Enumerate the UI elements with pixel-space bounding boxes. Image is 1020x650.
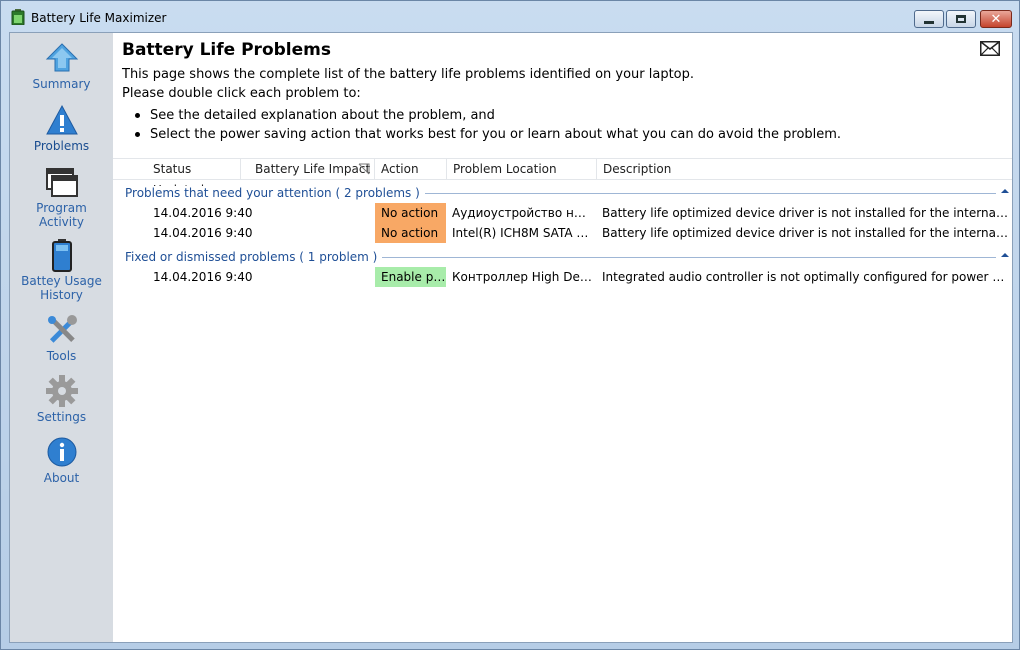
cell-date: 14.04.2016 9:40 (153, 270, 253, 284)
cell-action: No action (375, 223, 446, 243)
bullet-list: See the detailed explanation about the p… (135, 106, 841, 144)
intro-line: Please double click each problem to: (122, 86, 361, 101)
cell-location: Контроллер High Definition Audio (452, 270, 592, 284)
window-title: Battery Life Maximizer (31, 11, 167, 25)
column-status-updated[interactable]: Status Updated (147, 159, 241, 197)
sidebar: Summary Problems Program Activity Battey… (10, 33, 113, 642)
intro-line: This page shows the complete list of the… (122, 67, 695, 82)
title-bar[interactable]: Battery Life Maximizer ✕ (1, 1, 1019, 31)
table-row[interactable]: 14.04.2016 9:40 No action Аудиоустройств… (113, 203, 1012, 223)
sidebar-item-label: Program Activity (36, 201, 87, 229)
sidebar-item-settings[interactable]: Settings (10, 374, 113, 424)
battery-app-icon (11, 9, 25, 25)
maximize-button[interactable] (946, 10, 976, 28)
table-row[interactable]: 14.04.2016 9:40 Enable power saving Конт… (113, 267, 1012, 287)
chevron-up-icon[interactable] (1000, 250, 1010, 260)
column-action[interactable]: Action (375, 159, 447, 180)
tools-icon (45, 313, 79, 347)
cell-date: 14.04.2016 9:40 (153, 226, 253, 240)
client-area: Summary Problems Program Activity Battey… (9, 32, 1013, 643)
maximize-icon (956, 15, 966, 23)
group-header-attention[interactable]: Problems that need your attention ( 2 pr… (125, 183, 1010, 203)
cell-date: 14.04.2016 9:40 (153, 206, 253, 220)
sort-descending-icon (358, 163, 370, 175)
gear-icon (45, 374, 79, 408)
page-title: Battery Life Problems (122, 40, 331, 60)
sidebar-item-summary[interactable]: Summary (10, 41, 113, 91)
close-button[interactable]: ✕ (980, 10, 1012, 28)
sidebar-item-battery-usage-history[interactable]: Battey Usage History (10, 238, 113, 302)
cell-action: Enable power saving (375, 267, 446, 287)
cell-description: Integrated audio controller is not optim… (602, 270, 1008, 284)
column-battery-life-impact[interactable]: Battery Life Impact (249, 159, 375, 180)
sidebar-item-label: Battey Usage History (21, 274, 102, 302)
close-icon: ✕ (990, 11, 1002, 27)
mail-icon[interactable] (980, 41, 1000, 56)
intro-text: This page shows the complete list of the… (122, 65, 694, 103)
sidebar-item-tools[interactable]: Tools (10, 313, 113, 363)
table-header: Status Updated Battery Life Impact Actio… (113, 158, 1012, 197)
sidebar-item-label: Settings (36, 410, 87, 424)
cell-description: Battery life optimized device driver is … (602, 226, 1008, 240)
sidebar-item-program-activity[interactable]: Program Activity (10, 165, 113, 229)
sidebar-item-about[interactable]: About (10, 435, 113, 485)
group-title: Fixed or dismissed problems ( 1 problem … (125, 250, 383, 264)
sidebar-item-label: Tools (46, 349, 77, 363)
minimize-button[interactable] (914, 10, 944, 28)
sidebar-item-label: About (43, 471, 80, 485)
list-item: Select the power saving action that work… (135, 125, 841, 144)
app-window: Battery Life Maximizer ✕ Summary Problem… (0, 0, 1020, 650)
sidebar-item-problems[interactable]: Problems (10, 103, 113, 153)
table-row[interactable]: 14.04.2016 9:40 No action Intel(R) ICH8M… (113, 223, 1012, 243)
column-description[interactable]: Description (597, 159, 1012, 180)
windows-icon (45, 165, 79, 199)
home-arrow-icon (45, 41, 79, 75)
bullet-text: See the detailed explanation about the p… (150, 108, 495, 123)
cell-location: Intel(R) ICH8M SATA AHCI Controller (452, 226, 592, 240)
column-problem-location[interactable]: Problem Location (447, 159, 597, 180)
sidebar-item-label: Problems (33, 139, 90, 153)
info-icon (45, 435, 79, 469)
main-content: Battery Life Problems This page shows th… (113, 33, 1012, 642)
group-title: Problems that need your attention ( 2 pr… (125, 186, 425, 200)
cell-location: Аудиоустройство на шине High Definition … (452, 206, 592, 220)
minimize-icon (924, 20, 934, 24)
bullet-text: Select the power saving action that work… (150, 127, 842, 142)
chevron-up-icon[interactable] (1000, 186, 1010, 196)
warning-icon (45, 103, 79, 137)
cell-action: No action (375, 203, 446, 223)
bullet-dot (135, 113, 140, 118)
sidebar-item-label: Summary (32, 77, 91, 91)
column-label: Battery Life Impact (255, 162, 371, 176)
battery-icon (45, 238, 79, 272)
list-item: See the detailed explanation about the p… (135, 106, 841, 125)
bullet-dot (135, 132, 140, 137)
cell-description: Battery life optimized device driver is … (602, 206, 1008, 220)
group-header-fixed[interactable]: Fixed or dismissed problems ( 1 problem … (125, 247, 1010, 267)
